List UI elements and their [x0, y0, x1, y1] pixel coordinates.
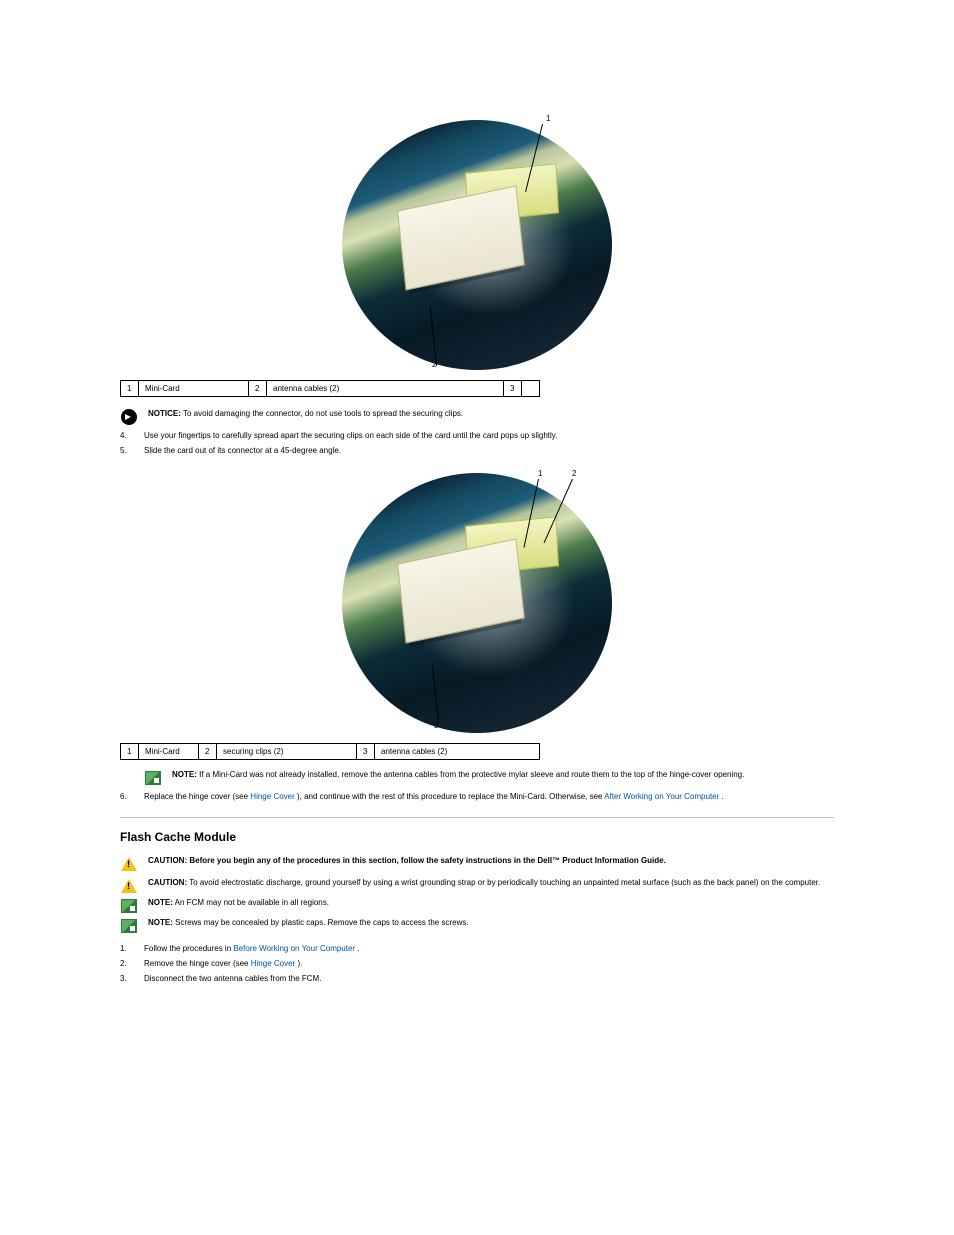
- figure-2-key-table: 1 Mini-Card 2 securing clips (2) 3 anten…: [120, 743, 540, 760]
- fcm-step-2-prefix: Remove the hinge cover (see: [144, 959, 251, 968]
- fcm-step-2: 2. Remove the hinge cover (see Hinge Cov…: [120, 959, 834, 968]
- figure-2: 1 2 3: [120, 473, 834, 733]
- figure-1-key-table: 1 Mini-Card 2 antenna cables (2) 3: [120, 380, 540, 397]
- figure2-callout-2-number: 2: [572, 469, 576, 478]
- figure1-callout-1-number: 1: [546, 114, 550, 123]
- figure1-key-2-label: antenna cables (2): [267, 381, 504, 397]
- caution-1-text: Before you begin any of the procedures i…: [189, 856, 666, 865]
- caution-1-label: CAUTION:: [148, 856, 187, 865]
- step-4-text: Use your fingertips to carefully spread …: [144, 431, 557, 440]
- caution-1: CAUTION: Before you begin any of the pro…: [120, 856, 834, 872]
- figure1-key-2-num: 2: [249, 381, 267, 397]
- note-1-label: NOTE:: [172, 770, 197, 779]
- note-2-label: NOTE:: [148, 898, 173, 907]
- fcm-step-3-text: Disconnect the two antenna cables from t…: [144, 974, 321, 983]
- step-6-middle: ), and continue with the rest of this pr…: [297, 792, 604, 801]
- figure-1-image: 1 2: [342, 120, 612, 370]
- note-icon: [120, 918, 138, 934]
- figure1-key-3-num: 3: [504, 381, 522, 397]
- notice-1-label: NOTICE:: [148, 409, 181, 418]
- fcm-step-3-num: 3.: [120, 974, 127, 983]
- figure2-key-2-num: 2: [199, 744, 217, 760]
- fcm-step-1-prefix: Follow the procedures in: [144, 944, 233, 953]
- step-5-text: Slide the card out of its connector at a…: [144, 446, 341, 455]
- note-3-label: NOTE:: [148, 918, 173, 927]
- caution-2-label: CAUTION:: [148, 878, 187, 887]
- note-icon: [120, 898, 138, 914]
- caution-2-text: To avoid electrostatic discharge, ground…: [189, 878, 820, 887]
- step-6-suffix2: .: [722, 792, 724, 801]
- notice-1-text: To avoid damaging the connector, do not …: [183, 409, 463, 418]
- link-after-working[interactable]: After Working on Your Computer: [604, 792, 719, 801]
- step-6: 6. Replace the hinge cover (see Hinge Co…: [120, 792, 834, 801]
- note-3: NOTE: Screws may be concealed by plastic…: [120, 918, 834, 934]
- caution-2: CAUTION: To avoid electrostatic discharg…: [120, 878, 834, 894]
- figure-1: 1 2: [120, 120, 834, 370]
- note-icon: [144, 770, 162, 786]
- figure1-key-1-num: 1: [121, 381, 139, 397]
- figure1-key-1-label: Mini-Card: [139, 381, 249, 397]
- section-flash-cache-module-heading: Flash Cache Module: [120, 830, 834, 844]
- figure1-key-3-label: [522, 381, 540, 397]
- note-2: NOTE: An FCM may not be available in all…: [120, 898, 834, 914]
- note-2-text: An FCM may not be available in all regio…: [175, 898, 329, 907]
- notice-1: NOTICE: To avoid damaging the connector,…: [120, 409, 834, 425]
- fcm-step-2-num: 2.: [120, 959, 127, 968]
- link-hinge-cover-2[interactable]: Hinge Cover: [251, 959, 295, 968]
- caution-icon: [120, 878, 138, 894]
- section-divider: [120, 817, 834, 818]
- link-hinge-cover[interactable]: Hinge Cover: [250, 792, 294, 801]
- fcm-step-1-suffix: .: [357, 944, 359, 953]
- fcm-step-1: 1. Follow the procedures in Before Worki…: [120, 944, 834, 953]
- figure1-callout-2-number: 2: [432, 360, 436, 369]
- steps-b: 6. Replace the hinge cover (see Hinge Co…: [120, 792, 834, 801]
- fcm-step-2-suffix: ).: [297, 959, 302, 968]
- figure2-callout-3-number: 3: [434, 721, 438, 730]
- fcm-step-3: 3. Disconnect the two antenna cables fro…: [120, 974, 834, 983]
- link-before-working[interactable]: Before Working on Your Computer: [233, 944, 355, 953]
- caution-icon: [120, 856, 138, 872]
- figure2-key-1-num: 1: [121, 744, 139, 760]
- figure-2-image: 1 2 3: [342, 473, 612, 733]
- notice-arrow-icon: [120, 409, 138, 425]
- steps-c: 1. Follow the procedures in Before Worki…: [120, 944, 834, 983]
- fcm-step-1-num: 1.: [120, 944, 127, 953]
- step-4-num: 4.: [120, 431, 127, 440]
- step-5-num: 5.: [120, 446, 127, 455]
- note-1-text: If a Mini-Card was not already installed…: [199, 770, 744, 779]
- step-4: 4. Use your fingertips to carefully spre…: [120, 431, 834, 440]
- figure2-key-3-num: 3: [357, 744, 375, 760]
- note-1: NOTE: If a Mini-Card was not already ins…: [144, 770, 834, 786]
- note-3-text: Screws may be concealed by plastic caps.…: [175, 918, 468, 927]
- figure2-callout-1-number: 1: [538, 469, 542, 478]
- figure2-key-1-label: Mini-Card: [139, 744, 199, 760]
- figure2-key-2-label: securing clips (2): [217, 744, 357, 760]
- steps-a: 4. Use your fingertips to carefully spre…: [120, 431, 834, 455]
- step-6-num: 6.: [120, 792, 127, 801]
- step-5: 5. Slide the card out of its connector a…: [120, 446, 834, 455]
- step-6-prefix: Replace the hinge cover (see: [144, 792, 250, 801]
- figure2-key-3-label: antenna cables (2): [375, 744, 540, 760]
